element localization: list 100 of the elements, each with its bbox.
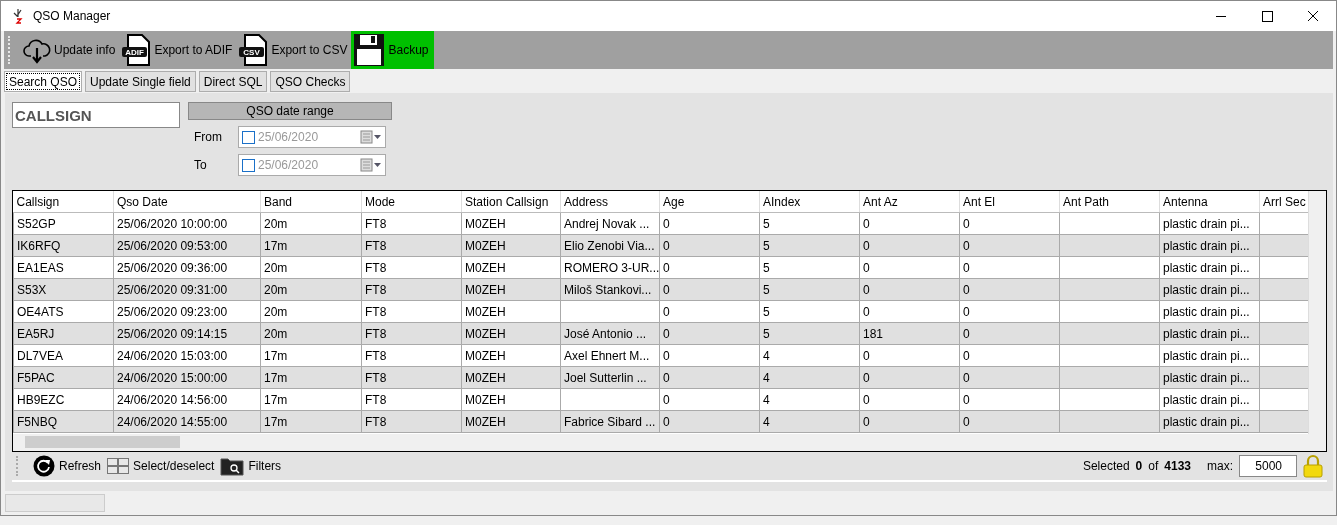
tab[interactable]: Update Single field [85,71,196,92]
max-label: max: [1207,459,1233,473]
table-cell: 0 [859,212,960,235]
column-header[interactable]: Ant Path [1059,191,1160,213]
table-cell: FT8 [361,388,462,411]
table-cell: S53X [13,278,114,301]
selected-label: Selected [1082,459,1130,473]
table-cell: 0 [959,256,1060,279]
table-cell: 25/06/2020 09:31:00 [113,278,261,301]
table-cell: ROMERO 3-UR... [560,256,660,279]
column-header[interactable]: Address [560,191,660,213]
table-cell: 24/06/2020 15:00:00 [113,366,261,389]
column-header[interactable]: Mode [361,191,462,213]
table-cell: 5 [759,300,860,323]
selected-count: 0 [1135,459,1143,473]
toolbar-button[interactable]: Filters [220,456,282,476]
table-cell: 0 [959,388,1060,411]
table-cell: 0 [659,212,760,235]
column-header[interactable]: Band [260,191,362,213]
max-field[interactable]: 5000 [1239,455,1297,477]
calendar-dropdown-icon[interactable] [360,158,382,172]
table-cell: FT8 [361,300,462,323]
column-header[interactable]: AIndex [759,191,860,213]
table-cell: 20m [260,256,362,279]
table-cell: M0ZEH [461,344,561,367]
table-cell: 0 [859,388,960,411]
table-cell: 0 [959,212,1060,235]
toolbar-button[interactable]: Backup [351,31,435,69]
table-cell: FT8 [361,256,462,279]
grid-icon [107,458,130,474]
table-cell: F5NBQ [13,410,114,433]
checkbox[interactable] [242,130,255,144]
table-cell: IK6RFQ [13,234,114,257]
column-header[interactable]: Station Callsign [461,191,561,213]
table-cell: 0 [659,388,760,411]
table-cell: 5 [759,256,860,279]
table-cell: 20m [260,300,362,323]
table-cell: plastic drain pi... [1159,388,1260,411]
toolbar-button[interactable]: CSV Export to CSV [236,31,350,69]
tab[interactable]: Direct SQL [198,71,268,92]
calendar-dropdown-icon[interactable] [360,130,382,144]
table-cell: 24/06/2020 15:03:00 [113,344,261,367]
total-count: 4133 [1164,459,1191,473]
table-cell: Andrej Novak ... [560,212,660,235]
table-cell: plastic drain pi... [1159,344,1260,367]
toolbar-button[interactable]: Select/deselect [107,458,215,474]
table-cell: 0 [959,344,1060,367]
table-cell: plastic drain pi... [1159,256,1260,279]
refresh-icon [33,455,55,477]
checkbox[interactable] [242,158,255,172]
section-header: QSO date range [188,102,392,120]
tab[interactable]: Search QSO [4,71,83,92]
table-cell: 25/06/2020 09:53:00 [113,234,261,257]
toolbar-button[interactable]: Update info [21,31,118,69]
table-cell: M0ZEH [461,212,561,235]
column-header[interactable]: Callsign [13,191,114,213]
table-cell: plastic drain pi... [1159,212,1260,235]
window-title: QSO Manager [33,9,111,23]
column-header[interactable]: Ant El [959,191,1060,213]
table-cell: F5PAC [13,366,114,389]
callsign-field[interactable]: CALLSIGN [12,102,180,128]
column-header[interactable]: Arrl Sec [1259,191,1308,213]
table-cell: 0 [859,300,960,323]
horizontal-scrollbar[interactable] [13,434,1326,451]
toolbar-button[interactable]: ADIF Export to ADIF [119,31,235,69]
table-cell: 0 [959,300,1060,323]
table-cell: HB9EZC [13,388,114,411]
table-cell: 20m [260,212,362,235]
table-cell: 17m [260,388,362,411]
column-header[interactable]: Qso Date [113,191,261,213]
table-cell: Axel Ehnert M... [560,344,660,367]
table-cell: S52GP [13,212,114,235]
table-cell: 4 [759,344,860,367]
table-cell: 5 [759,212,860,235]
table-cell: DL7VEA [13,344,114,367]
table-cell: 24/06/2020 14:56:00 [113,388,261,411]
tab[interactable]: QSO Checks [270,71,351,92]
column-header[interactable]: Age [659,191,760,213]
table-cell: M0ZEH [461,256,561,279]
table-cell: 0 [659,300,760,323]
table-cell: M0ZEH [461,388,561,411]
table-cell: 0 [659,256,760,279]
table-cell: 0 [859,256,960,279]
table-cell: FT8 [361,344,462,367]
table-cell: 25/06/2020 09:23:00 [113,300,261,323]
table-cell: FT8 [361,212,462,235]
table-cell: EA5RJ [13,322,114,345]
folder-search-icon [220,456,245,476]
table-cell: 4 [759,388,860,411]
column-header[interactable]: Ant Az [859,191,960,213]
table-cell: 24/06/2020 14:55:00 [113,410,261,433]
toolbar-button[interactable]: Refresh [33,455,102,477]
app-icon [11,8,25,24]
table-cell: 0 [859,344,960,367]
vertical-scrollbar[interactable] [1308,191,1326,434]
table-cell: plastic drain pi... [1159,300,1260,323]
column-header[interactable]: Antenna [1159,191,1260,213]
table-cell: 17m [260,344,362,367]
table-cell: 25/06/2020 09:36:00 [113,256,261,279]
table-cell: 25/06/2020 09:14:15 [113,322,261,345]
